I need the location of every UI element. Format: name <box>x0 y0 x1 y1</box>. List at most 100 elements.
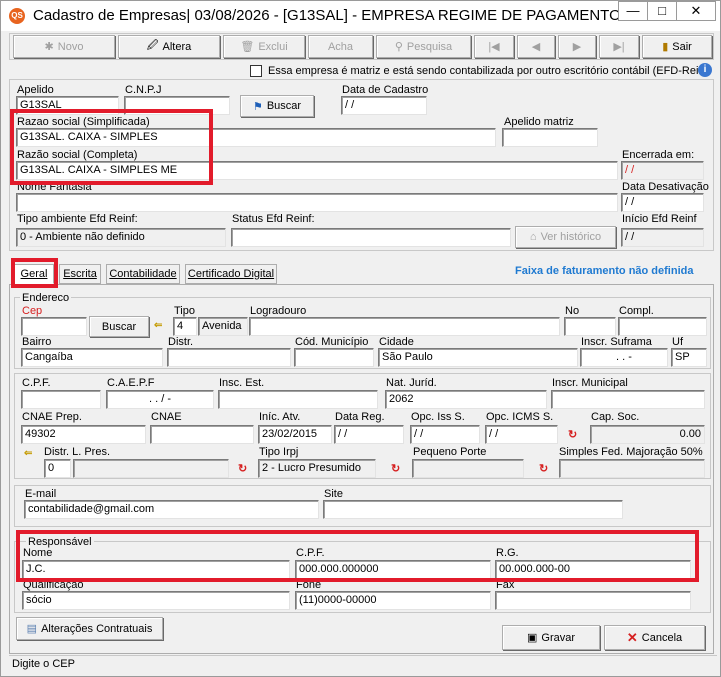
buscar-cnpj-button[interactable]: ⚑ Buscar <box>240 95 314 117</box>
gravar-button[interactable]: ▣ Gravar <box>502 625 600 650</box>
refresh-red-icon[interactable]: ↻ <box>391 462 400 475</box>
status-efd-field <box>231 228 511 247</box>
lookup-arrow-icon[interactable]: ⇐ <box>154 320 162 331</box>
buscar-cep-button[interactable]: Buscar <box>89 316 149 337</box>
cnae-prep-label: CNAE Prep. <box>22 411 82 423</box>
nome-fantasia-field[interactable] <box>16 193 618 212</box>
exclui-button[interactable]: 🗑 Exclui <box>223 35 305 58</box>
data-registro-label: Data Reg. <box>335 411 385 423</box>
data-cadastro-field[interactable]: / / <box>341 96 427 115</box>
resp-nome-field[interactable]: J.C. <box>22 560 290 579</box>
suframa-field[interactable]: . . - <box>580 348 668 367</box>
distr-lucro-desc-field <box>73 459 229 478</box>
nat-juridica-field[interactable]: 2062 <box>385 390 547 409</box>
insc-municipal-label: Inscr. Municipal <box>552 377 628 389</box>
email-field[interactable]: contabilidade@gmail.com <box>24 500 319 519</box>
refresh-red-icon[interactable]: ↻ <box>238 462 247 475</box>
distr-lucro-code-field[interactable]: 0 <box>44 459 71 478</box>
sair-button[interactable]: ▮ Sair <box>642 35 712 58</box>
matriz-checkbox-label: Essa empresa é matriz e está sendo conta… <box>268 65 708 77</box>
status-bar: Digite o CEP <box>9 655 717 673</box>
uf-field[interactable]: SP <box>671 348 707 367</box>
ver-historico-button[interactable]: ⌂ Ver histórico <box>515 226 616 248</box>
main-window: QS Cadastro de Empresas| 03/08/2026 - [G… <box>0 0 721 677</box>
novo-button[interactable]: ✱ Novo <box>13 35 115 58</box>
save-icon: ▣ <box>526 632 538 644</box>
inicio-atividade-label: Iníc. Atv. <box>259 411 301 423</box>
apelido-field[interactable]: G13SAL <box>16 96 119 115</box>
data-registro-field[interactable]: / / <box>334 425 404 444</box>
resp-qualificacao-field[interactable]: sócio <box>22 591 290 610</box>
resp-rg-field[interactable]: 00.000.000-00 <box>495 560 691 579</box>
endereco-group-label: Endereco <box>20 292 72 305</box>
inicio-efd-field: / / <box>621 228 704 247</box>
simples-majoracao-field <box>559 459 705 478</box>
next-record-button[interactable]: ▶ <box>558 35 596 58</box>
caepf-field[interactable]: . . / - <box>106 390 214 409</box>
app-icon: QS <box>9 8 25 24</box>
lookup-arrow-icon[interactable]: ⇐ <box>24 448 32 459</box>
info-icon[interactable]: i <box>698 63 712 77</box>
cnae-prep-field[interactable]: 49302 <box>21 425 146 444</box>
resp-nome-label: Nome <box>23 547 53 559</box>
opcao-icms-field[interactable]: / / <box>485 425 558 444</box>
complemento-field[interactable] <box>618 317 707 336</box>
site-field[interactable] <box>323 500 623 519</box>
first-record-button[interactable]: |◀ <box>474 35 514 58</box>
insc-municipal-field[interactable] <box>551 390 705 409</box>
last-record-button[interactable]: ▶| <box>599 35 639 58</box>
tab-certificado-digital[interactable]: Certificado Digital <box>185 264 277 284</box>
resp-rg-label: R.G. <box>496 547 519 559</box>
refresh-red-icon[interactable]: ↻ <box>539 462 548 475</box>
logradouro-field[interactable] <box>249 317 560 336</box>
tipo-ambiente-field: 0 - Ambiente não definido <box>16 228 226 247</box>
encerrada-field: / / <box>621 161 704 180</box>
cod-municipio-field[interactable] <box>294 348 374 367</box>
document-icon: ▤ <box>26 623 38 635</box>
bairro-field[interactable]: Cangaíba <box>21 348 163 367</box>
cancela-button[interactable]: ✕ Cancela <box>604 625 705 650</box>
tab-escrita[interactable]: Escrita <box>59 264 101 284</box>
cancel-x-icon: ✕ <box>626 629 638 645</box>
apelido-matriz-field[interactable] <box>502 128 598 147</box>
prev-record-button[interactable]: ◀ <box>517 35 555 58</box>
caepf-label: C.A.E.P.F <box>107 377 155 389</box>
distrito-field[interactable] <box>167 348 291 367</box>
alteracoes-contratuais-button[interactable]: ▤ Alterações Contratuais <box>16 617 163 640</box>
opcao-icms-label: Opc. ICMS S. <box>486 411 554 423</box>
cnpj-field[interactable] <box>124 96 230 115</box>
opcao-iss-field[interactable]: / / <box>410 425 480 444</box>
tab-geral[interactable]: Geral <box>14 264 54 284</box>
altera-button[interactable]: 🖉 Altera <box>118 35 220 58</box>
acha-button[interactable]: Acha <box>308 35 373 58</box>
refresh-red-icon[interactable]: ↻ <box>568 428 577 441</box>
insc-est-field[interactable] <box>218 390 378 409</box>
exit-door-icon: ▮ <box>662 41 669 53</box>
matriz-checkbox[interactable] <box>250 65 262 77</box>
cnae-field[interactable] <box>150 425 254 444</box>
tipo-code-field[interactable]: 4 <box>173 317 197 336</box>
inicio-atividade-field[interactable]: 23/02/2015 <box>258 425 332 444</box>
data-desativacao-field[interactable]: / / <box>621 193 704 212</box>
razao-completa-field[interactable]: G13SAL. CAIXA - SIMPLES ME <box>16 161 618 180</box>
cpf-field[interactable] <box>21 390 101 409</box>
razao-simplificada-field[interactable]: G13SAL. CAIXA - SIMPLES <box>16 128 496 147</box>
insc-est-label: Insc. Est. <box>219 377 265 389</box>
nat-juridica-label: Nat. Juríd. <box>386 377 437 389</box>
minimize-button[interactable]: — <box>618 1 648 21</box>
resp-fax-field[interactable] <box>495 591 691 610</box>
resp-cpf-label: C.P.F. <box>296 547 325 559</box>
edit-icon: 🖉 <box>146 40 159 52</box>
capital-social-field: 0.00 <box>590 425 705 444</box>
resp-fone-field[interactable]: (11)0000-00000 <box>295 591 491 610</box>
pesquisa-button[interactable]: ⚲ Pesquisa <box>376 35 471 58</box>
restore-button[interactable]: □ <box>647 1 677 21</box>
numero-field[interactable] <box>564 317 616 336</box>
resp-cpf-field[interactable]: 000.000.000000 <box>295 560 491 579</box>
status-efd-label: Status Efd Reinf: <box>232 213 315 225</box>
cidade-field[interactable]: São Paulo <box>378 348 578 367</box>
close-button[interactable]: ✕ <box>676 1 716 21</box>
tipo-ambiente-label: Tipo ambiente Efd Reinf: <box>17 213 138 225</box>
cep-field[interactable] <box>21 317 87 336</box>
tab-contabilidade[interactable]: Contabilidade <box>106 264 180 284</box>
